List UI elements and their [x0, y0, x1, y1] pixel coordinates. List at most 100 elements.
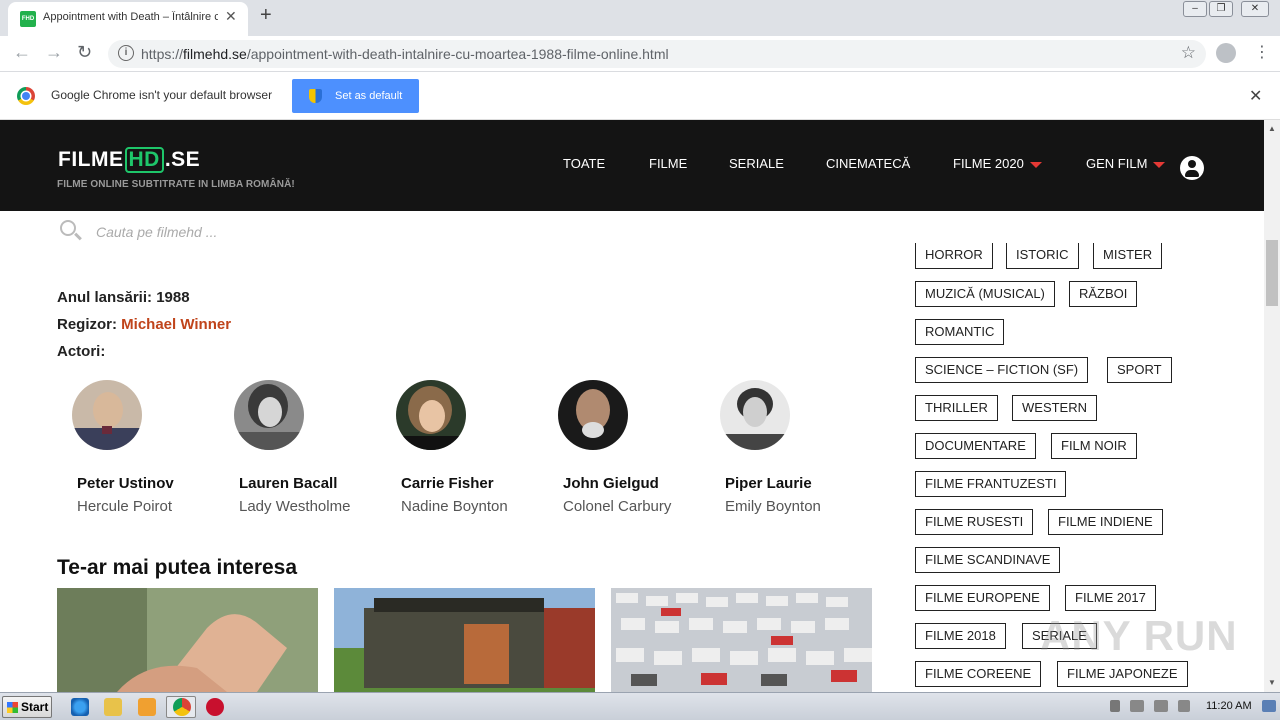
scroll-down-icon[interactable]: ▼	[1268, 678, 1276, 687]
tray-arrow-icon[interactable]	[1110, 700, 1120, 712]
actors-label: Actori:	[57, 343, 106, 360]
actor-portrait-icon	[558, 380, 628, 450]
genre-tag[interactable]: FILME 2018	[915, 623, 1006, 649]
close-tab-icon[interactable]: ✕	[225, 8, 237, 25]
url-path: /appointment-with-death-intalnire-cu-moa…	[246, 46, 669, 62]
user-account-icon[interactable]	[1180, 156, 1204, 180]
genre-tag[interactable]: FILME JAPONEZE	[1057, 661, 1188, 687]
back-icon[interactable]: ←	[13, 42, 31, 63]
actor-role: Nadine Boynton	[401, 498, 508, 515]
director-link[interactable]: Michael Winner	[121, 316, 231, 333]
related-thumbnail[interactable]	[611, 588, 872, 692]
media-player-icon[interactable]	[138, 698, 156, 716]
director: Regizor: Michael Winner	[57, 316, 231, 333]
page-scrollbar[interactable]	[1264, 120, 1280, 692]
url-prefix: https://	[141, 46, 184, 62]
logo-text-right: .SE	[164, 148, 201, 171]
antivirus-icon[interactable]	[206, 698, 224, 716]
genre-tag[interactable]: HORROR	[915, 243, 993, 269]
url-input[interactable]: i https://filmehd.se/appointment-with-de…	[108, 40, 1206, 68]
scroll-up-icon[interactable]: ▲	[1268, 124, 1276, 133]
genre-tag[interactable]: ISTORIC	[1006, 243, 1079, 269]
actor-photo	[72, 380, 142, 450]
start-label: Start	[21, 700, 49, 714]
genre-tag[interactable]: RĂZBOI	[1069, 281, 1138, 307]
related-thumbnail[interactable]	[334, 588, 595, 692]
actor-role: Lady Westholme	[239, 498, 351, 515]
site-logo[interactable]: FILME HD .SE	[58, 147, 200, 173]
genre-tag[interactable]: FILM NOIR	[1051, 433, 1137, 459]
restore-icon[interactable]: ❐	[1209, 1, 1233, 17]
genre-tag[interactable]: ROMANTIC	[915, 319, 1005, 345]
close-infobar-icon[interactable]: ✕	[1249, 86, 1262, 106]
windows-flag-icon	[7, 702, 18, 713]
network-icon[interactable]	[1130, 700, 1144, 712]
minimize-icon[interactable]: –	[1183, 1, 1207, 17]
related-section-title: Te-ar mai putea interesa	[57, 556, 298, 579]
nav-gen-film-label: GEN FILM	[1086, 156, 1148, 171]
genre-tag[interactable]: SPORT	[1107, 357, 1172, 383]
site-tagline: FILME ONLINE SUBTITRATE IN LIMBA ROMÂNĂ!	[57, 179, 295, 190]
reload-icon[interactable]: ↻	[77, 42, 92, 63]
actor-photo	[234, 380, 304, 450]
forward-icon[interactable]: →	[45, 42, 63, 63]
actor-photo	[396, 380, 466, 450]
genre-tag[interactable]: FILME EUROPENE	[915, 585, 1050, 611]
related-thumbnail[interactable]	[57, 588, 318, 692]
logo-text-left: FILME	[58, 148, 124, 171]
volume-icon[interactable]	[1154, 700, 1168, 712]
browser-tab-bar: FHD Appointment with Death – Întâlnire c…	[0, 0, 1280, 36]
actor-name: John Gielgud	[563, 475, 659, 492]
new-tab-icon[interactable]: +	[260, 4, 272, 27]
genre-tag[interactable]: THRILLER	[915, 395, 998, 421]
genre-tag[interactable]: MUZICĂ (MUSICAL)	[915, 281, 1055, 307]
release-year-label: Anul lansării:	[57, 289, 153, 306]
start-button[interactable]: Start	[2, 696, 52, 718]
nav-seriale[interactable]: SERIALE	[729, 156, 784, 171]
search-input[interactable]	[96, 222, 396, 242]
url-domain: filmehd.se	[183, 46, 247, 62]
site-header: FILME HD .SE FILME ONLINE SUBTITRATE IN LI…	[0, 120, 1264, 211]
genre-tag[interactable]: DOCUMENTARE	[915, 433, 1036, 459]
site-info-icon[interactable]: i	[118, 45, 134, 61]
genre-tag[interactable]: FILME SCANDINAVE	[915, 547, 1061, 573]
actor-photo	[558, 380, 628, 450]
actor-portrait-icon	[720, 380, 790, 450]
scrollbar-thumb[interactable]	[1266, 240, 1278, 306]
nav-gen-film[interactable]: GEN FILM	[1086, 156, 1166, 171]
more-menu-icon[interactable]: ⋮	[1254, 42, 1270, 62]
genre-tag[interactable]: SCIENCE – FICTION (SF)	[915, 357, 1089, 383]
taskbar-clock: 11:20 AM	[1206, 700, 1252, 712]
bookmark-star-icon[interactable]: ☆	[1181, 43, 1196, 63]
genre-tag[interactable]: FILME COREENE	[915, 661, 1042, 687]
actor-name: Piper Laurie	[725, 475, 812, 492]
browser-tab[interactable]: FHD Appointment with Death – Întâlnire c…	[8, 2, 248, 36]
tab-title: Appointment with Death – Întâlnire c	[43, 11, 218, 23]
internet-explorer-icon[interactable]	[71, 698, 89, 716]
car-lot-image-icon	[611, 588, 872, 692]
release-year: Anul lansării: 1988	[57, 289, 190, 306]
taskbar-chrome-button[interactable]	[166, 696, 196, 718]
nav-filme[interactable]: FILME	[649, 156, 687, 171]
nav-toate[interactable]: TOATE	[563, 156, 605, 171]
windows-taskbar: Start 11:20 AM	[0, 692, 1280, 720]
close-window-icon[interactable]: ✕	[1241, 1, 1269, 17]
address-bar: ← → ↻ i https://filmehd.se/appointment-w…	[0, 36, 1280, 72]
genre-tag[interactable]: FILME 2017	[1065, 585, 1156, 611]
genre-tag[interactable]: MISTER	[1093, 243, 1163, 269]
genre-tag[interactable]: FILME RUSESTI	[915, 509, 1034, 535]
genre-tag[interactable]: FILME FRANTUZESTI	[915, 471, 1067, 497]
genre-tag[interactable]: WESTERN	[1012, 395, 1097, 421]
set-default-button[interactable]: Set as default	[292, 79, 419, 113]
caret-down-icon	[1153, 161, 1166, 168]
account-icon[interactable]	[1216, 43, 1236, 63]
actor-name: Lauren Bacall	[239, 475, 338, 492]
genre-tag[interactable]: FILME INDIENE	[1048, 509, 1163, 535]
show-desktop-icon[interactable]	[1262, 700, 1276, 712]
nav-cinemateca[interactable]: CINEMATECĂ	[826, 156, 910, 171]
file-explorer-icon[interactable]	[104, 698, 122, 716]
nav-filme-2020[interactable]: FILME 2020	[953, 156, 1042, 171]
favicon-icon: FHD	[20, 11, 36, 27]
url-text: https://filmehd.se/appointment-with-deat…	[141, 46, 669, 62]
action-center-flag-icon[interactable]	[1178, 700, 1190, 712]
